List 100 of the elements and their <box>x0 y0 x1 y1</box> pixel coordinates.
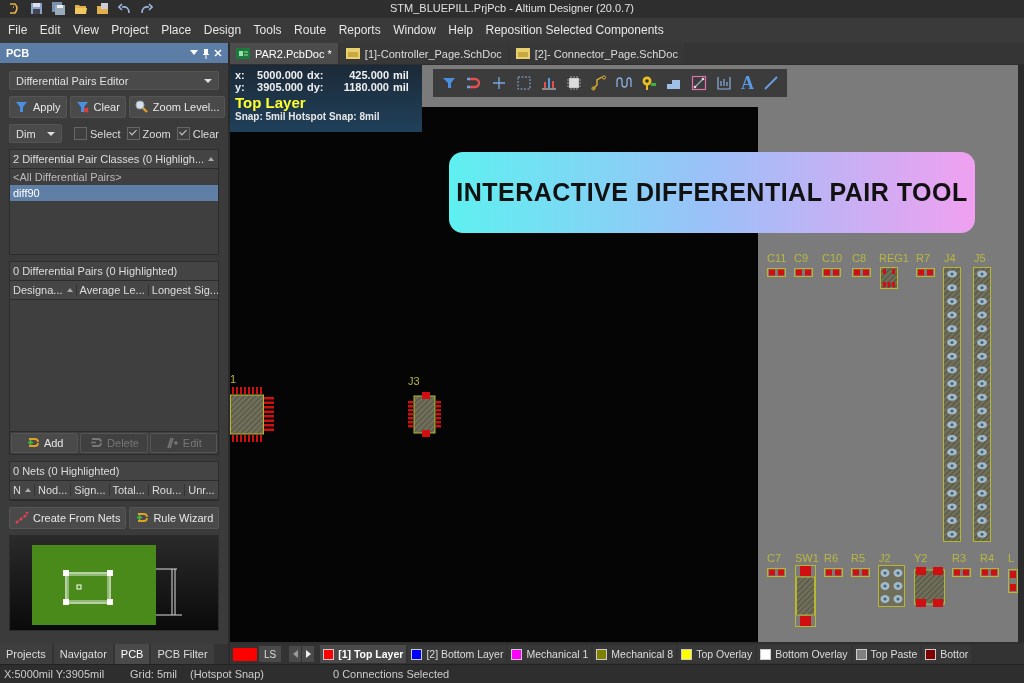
mode-dropdown[interactable]: Differential Pairs Editor <box>9 71 219 91</box>
menu-item[interactable]: Tools <box>249 23 286 38</box>
app-logo-icon[interactable] <box>8 2 21 16</box>
column-header[interactable]: N <box>10 484 34 497</box>
grid-size: Grid: 5mil <box>130 668 179 681</box>
column-label: Nod... <box>37 484 68 497</box>
footprint-drawing <box>914 567 945 608</box>
footprint-drawing <box>878 565 905 608</box>
wizard-button[interactable]: Rule Wizard <box>129 507 220 530</box>
column-header[interactable]: Total... <box>108 484 148 497</box>
class-item[interactable]: <All Differential Pairs> <box>10 169 218 186</box>
zoom-button[interactable]: Zoom Level... <box>128 96 226 119</box>
option-checkbox[interactable]: Select <box>74 127 121 141</box>
menu-item[interactable]: Edit <box>35 23 65 38</box>
window-title: STM_BLUEPILL.PrjPcb - Altium Designer (20.0.7) <box>390 2 634 14</box>
sort-icon[interactable] <box>208 157 215 162</box>
nets-button[interactable]: Create From Nets <box>9 507 127 530</box>
footprint-drawing <box>1008 569 1018 594</box>
column-label: Unr... <box>188 484 215 497</box>
coordinate-readout: mil <box>393 81 410 94</box>
layer-tab[interactable]: Mechanical 1 <box>508 645 592 664</box>
layer-tab[interactable]: [2] Bottom Layer <box>408 645 507 664</box>
route-icon[interactable] <box>591 75 607 92</box>
layer-tab[interactable]: Top Paste <box>852 645 921 664</box>
menu-item[interactable]: Place <box>157 23 196 38</box>
menu-item[interactable]: Project <box>107 23 153 38</box>
folder-icon[interactable] <box>74 2 87 16</box>
layer-tab[interactable]: [1] Top Layer <box>320 645 407 664</box>
class-item[interactable]: diff90 <box>10 185 218 202</box>
layer-set-button[interactable]: LS <box>259 646 282 663</box>
column-header[interactable]: Nod... <box>33 484 71 497</box>
layer-name: Top Layer <box>235 94 306 112</box>
close-icon[interactable] <box>214 49 222 58</box>
redo-icon[interactable] <box>140 2 153 16</box>
designator-label: Y2 <box>914 552 928 565</box>
coordinate-readout: 3905.000 <box>256 81 304 94</box>
layer-tab[interactable]: Bottom Overlay <box>757 645 851 664</box>
menu-item[interactable]: Window <box>389 23 440 38</box>
designator-label: R7 <box>916 252 931 265</box>
graph-icon[interactable] <box>716 75 732 92</box>
dashed-rect-icon[interactable] <box>516 75 532 92</box>
layer-tab[interactable]: Mechanical 8 <box>593 645 677 664</box>
filter-clear-icon <box>75 100 90 115</box>
apply-button[interactable]: Apply <box>9 96 67 119</box>
text-tool[interactable]: A <box>741 75 754 92</box>
footprint-drawing <box>408 392 441 438</box>
menu-item[interactable]: View <box>69 23 103 38</box>
save-all-icon[interactable] <box>52 2 65 16</box>
panel-title: PCB <box>6 47 31 60</box>
diagonal-box-icon[interactable] <box>691 75 707 92</box>
layer-tab[interactable]: Bottor <box>922 645 972 664</box>
option-checkbox[interactable]: Zoom <box>126 127 171 141</box>
list-header: 2 Differential Pair Classes (0 Highligh... <box>13 153 205 166</box>
menu-item[interactable]: Design <box>199 23 246 38</box>
pin-icon[interactable] <box>202 47 210 59</box>
clear-button[interactable]: Clear <box>69 96 126 119</box>
bar-chart-icon[interactable] <box>541 75 557 92</box>
diagonal-line-icon[interactable] <box>763 75 779 92</box>
footprint-drawing <box>880 267 898 290</box>
column-header[interactable]: Rou... <box>147 484 185 497</box>
schematic-document-icon <box>345 48 360 60</box>
footprint-drawing <box>980 568 999 578</box>
sort-icon[interactable] <box>24 488 31 493</box>
option-checkbox[interactable]: Clear <box>176 127 219 141</box>
panel-tab[interactable]: Navigator <box>53 644 113 665</box>
list-header: 0 Nets (0 Highlighted) <box>10 462 218 482</box>
open-project-icon[interactable] <box>96 2 109 16</box>
panel-tab[interactable]: PCB Filter <box>151 644 214 665</box>
document-tab[interactable]: PAR2.PcbDoc * <box>230 43 338 65</box>
panel-tab[interactable]: Projects <box>0 644 52 665</box>
add-button[interactable]: Add <box>11 433 79 454</box>
layer-tab[interactable]: Top Overlay <box>678 645 756 664</box>
chip-icon[interactable] <box>566 75 582 92</box>
menu-item[interactable]: Reports <box>334 23 385 38</box>
current-layer-swatch <box>233 647 257 661</box>
highlight-mode-dropdown[interactable]: Dim <box>9 124 62 144</box>
column-header[interactable]: Designa... <box>10 284 76 297</box>
menu-item[interactable]: File <box>4 23 32 38</box>
column-header[interactable]: Sign... <box>70 484 109 497</box>
dropdown-icon[interactable] <box>190 50 198 57</box>
plus-icon[interactable] <box>491 75 507 92</box>
previous-layer-button[interactable] <box>289 646 302 663</box>
pin-icon[interactable] <box>641 75 657 92</box>
coordinate-readout: 1180.000 <box>342 81 390 94</box>
footprint-drawing <box>952 568 971 578</box>
column-header[interactable]: Unr... <box>184 484 218 497</box>
coordinate-readout: 5000.000 <box>256 69 304 82</box>
menu-item[interactable]: Help <box>444 23 478 38</box>
next-layer-button[interactable] <box>302 646 315 663</box>
schematic-document-icon <box>515 48 530 60</box>
save-icon[interactable] <box>30 2 43 16</box>
cursor-position: X:5000mil Y:3905mil <box>4 668 106 681</box>
undo-icon[interactable] <box>118 2 131 16</box>
sort-icon[interactable] <box>66 288 73 293</box>
designator-label: J3 <box>408 375 420 388</box>
menu-item[interactable]: Reposition Selected Components <box>481 23 668 38</box>
panel-tab[interactable]: PCB <box>114 644 150 665</box>
footprint-drawing <box>824 568 843 578</box>
menu-item[interactable]: Route <box>290 23 331 38</box>
column-label: N <box>13 484 21 497</box>
